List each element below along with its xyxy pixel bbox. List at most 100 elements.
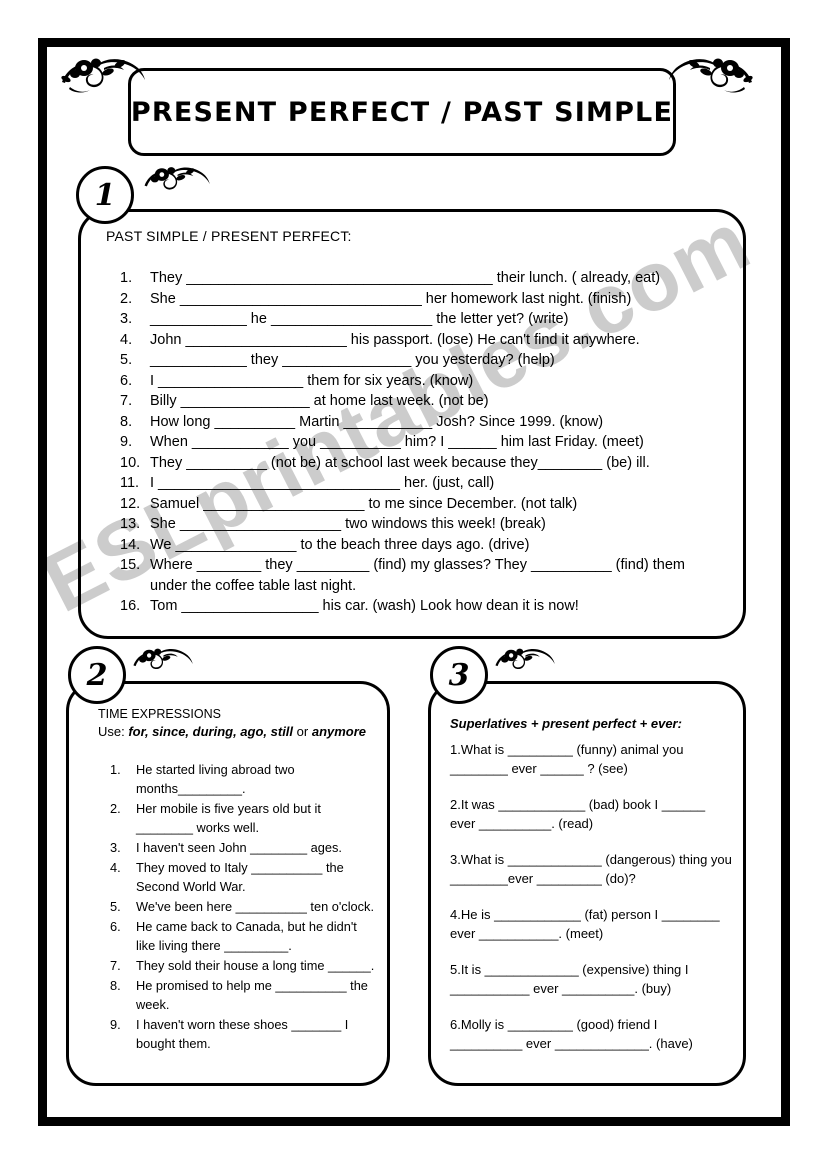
section-2-instruction: Use: for, since, during, ago, still or a… xyxy=(98,724,366,739)
item-text: Her mobile is five years old but it ____… xyxy=(136,801,321,835)
instruction-conjunction: or xyxy=(293,724,312,739)
item-text: He is ____________ (fat) person I ______… xyxy=(450,907,720,941)
item-text: She ____________________ two windows thi… xyxy=(150,516,546,532)
list-item: 13. She ____________________ two windows… xyxy=(120,514,730,535)
item-text: We've been here __________ ten o'clock. xyxy=(136,899,375,914)
list-item: 1.What is _________ (funny) animal you _… xyxy=(450,740,732,778)
list-item: 1. He started living abroad two months__… xyxy=(110,760,378,798)
item-text: She ______________________________ her h… xyxy=(150,290,632,307)
item-index: 5. xyxy=(120,352,133,368)
item-text: John ____________________ his passport. … xyxy=(150,331,640,348)
list-item: 4.He is ____________ (fat) person I ____… xyxy=(450,905,732,943)
item-text: He started living abroad two months_____… xyxy=(136,762,295,796)
item-index: 16. xyxy=(120,598,141,614)
list-item: 15. Where ________ they _________ (find)… xyxy=(120,555,730,576)
item-text: I haven't seen John ________ ages. xyxy=(136,840,342,855)
item-index: 8. xyxy=(110,978,121,993)
item-text: He promised to help me __________ the we… xyxy=(136,978,368,1012)
item-index: 4. xyxy=(120,331,133,348)
list-item: 2. She ______________________________ he… xyxy=(120,289,730,310)
item-index: 2. xyxy=(110,801,121,816)
item-text: They __________ (not be) at school last … xyxy=(150,454,650,471)
item-index: 8. xyxy=(120,413,133,430)
item-index: 3. xyxy=(110,840,121,855)
item-index: 1. xyxy=(450,742,461,757)
list-item: 3.What is _____________ (dangerous) thin… xyxy=(450,850,732,888)
list-item: 6.Molly is _________ (good) friend I ___… xyxy=(450,1015,732,1053)
list-item: 8. How long __________ Martin __________… xyxy=(120,412,730,433)
item-index: 9. xyxy=(110,1017,121,1032)
section-1-heading: PAST SIMPLE / PRESENT PERFECT: xyxy=(106,228,352,244)
instruction-last-word: anymore xyxy=(311,724,367,739)
item-text: They ___________________________________… xyxy=(150,270,661,286)
item-index: 2. xyxy=(450,797,461,812)
list-item: 9. When ____________ you __________ him?… xyxy=(120,432,730,453)
list-item: 2.It was ____________ (bad) book I _____… xyxy=(450,795,732,833)
item-text: I ______________________________ her. (j… xyxy=(150,475,495,491)
item-index: 11. xyxy=(120,475,140,491)
item-index: 5. xyxy=(110,899,121,914)
item-text: Billy ________________ at home last week… xyxy=(150,393,489,409)
box3-top-connector xyxy=(500,681,690,684)
item-index: 9. xyxy=(120,434,133,450)
item-index: 10. xyxy=(120,454,141,471)
item-text: Tom _________________ his car. (wash) Lo… xyxy=(150,598,579,614)
worksheet-page: PRESENT PERFECT / PAST SIMPLE 1 PAST SIM… xyxy=(0,0,826,1169)
list-item: 12. Samuel ____________________ to me si… xyxy=(120,494,730,515)
worksheet-title-box: PRESENT PERFECT / PAST SIMPLE xyxy=(128,68,676,156)
section-number-2: 2 xyxy=(68,646,126,704)
section-number-3: 3 xyxy=(430,646,488,704)
item-text: He came back to Canada, but he didn't li… xyxy=(136,919,357,953)
item-continuation: under the coffee table last night. xyxy=(150,577,357,594)
list-item: 16. Tom _________________ his car. (wash… xyxy=(120,596,730,617)
list-item: 1. They ________________________________… xyxy=(120,268,730,289)
item-text: They moved to Italy __________ the Secon… xyxy=(136,860,344,894)
item-index: 1. xyxy=(110,762,121,777)
list-item: 7. Billy ________________ at home last w… xyxy=(120,391,730,412)
item-text: I haven't worn these shoes _______ I bou… xyxy=(136,1017,349,1051)
instruction-prefix: Use: xyxy=(98,724,129,739)
item-text: Samuel ____________________ to me since … xyxy=(150,495,578,512)
list-item: 6. I __________________ them for six yea… xyxy=(120,371,730,392)
item-text: When ____________ you __________ him? I … xyxy=(150,434,644,450)
item-text: It was ____________ (bad) book I ______ … xyxy=(450,797,706,831)
item-index: 6. xyxy=(120,372,133,389)
list-item: 2. Her mobile is five years old but it _… xyxy=(110,799,378,837)
item-index: 1. xyxy=(120,270,133,286)
list-item: 5.It is _____________ (expensive) thing … xyxy=(450,960,732,998)
list-item: 7. They sold their house a long time ___… xyxy=(110,956,378,975)
item-index: 7. xyxy=(110,958,121,973)
item-text: Where ________ they _________ (find) my … xyxy=(150,557,685,573)
section-2-item-list: 1. He started living abroad two months__… xyxy=(110,760,378,1054)
item-index: 5. xyxy=(450,962,461,977)
item-index: 2. xyxy=(120,290,133,307)
list-item: 3. ____________ he ____________________ … xyxy=(120,309,730,330)
item-text: They sold their house a long time ______… xyxy=(136,958,375,973)
list-item: 8. He promised to help me __________ the… xyxy=(110,976,378,1014)
item-index: 4. xyxy=(110,860,121,875)
list-item: 4. John ____________________ his passpor… xyxy=(120,330,730,351)
page-title: PRESENT PERFECT / PAST SIMPLE xyxy=(130,96,674,128)
item-text: Molly is _________ (good) friend I _____… xyxy=(450,1017,693,1051)
item-index: 6. xyxy=(110,919,121,934)
item-text: We _______________ to the beach three da… xyxy=(150,536,530,553)
section-3-item-list: 1.What is _________ (funny) animal you _… xyxy=(450,740,732,1070)
item-text: ____________ he ____________________ the… xyxy=(150,311,569,327)
item-text: What is _________ (funny) animal you ___… xyxy=(450,742,684,776)
item-index: 14. xyxy=(120,536,141,553)
section-3-heading: Superlatives + present perfect + ever: xyxy=(450,716,682,731)
item-index: 15. xyxy=(120,557,141,573)
item-index: 4. xyxy=(450,907,461,922)
item-text: How long __________ Martin ___________ J… xyxy=(150,413,604,430)
list-item: 9. I haven't worn these shoes _______ I … xyxy=(110,1015,378,1053)
list-item: 5. We've been here __________ ten o'cloc… xyxy=(110,897,378,916)
item-text: I __________________ them for six years.… xyxy=(150,372,474,389)
item-text: What is _____________ (dangerous) thing … xyxy=(450,852,732,886)
instruction-words: for, since, during, ago, still xyxy=(128,724,294,739)
list-item: 3. I haven't seen John ________ ages. xyxy=(110,838,378,857)
list-item: 14. We _______________ to the beach thre… xyxy=(120,535,730,556)
item-index: 6. xyxy=(450,1017,461,1032)
list-item: 6. He came back to Canada, but he didn't… xyxy=(110,917,378,955)
item-text: ____________ they ________________ you y… xyxy=(150,352,555,368)
item-index: 12. xyxy=(120,495,141,512)
